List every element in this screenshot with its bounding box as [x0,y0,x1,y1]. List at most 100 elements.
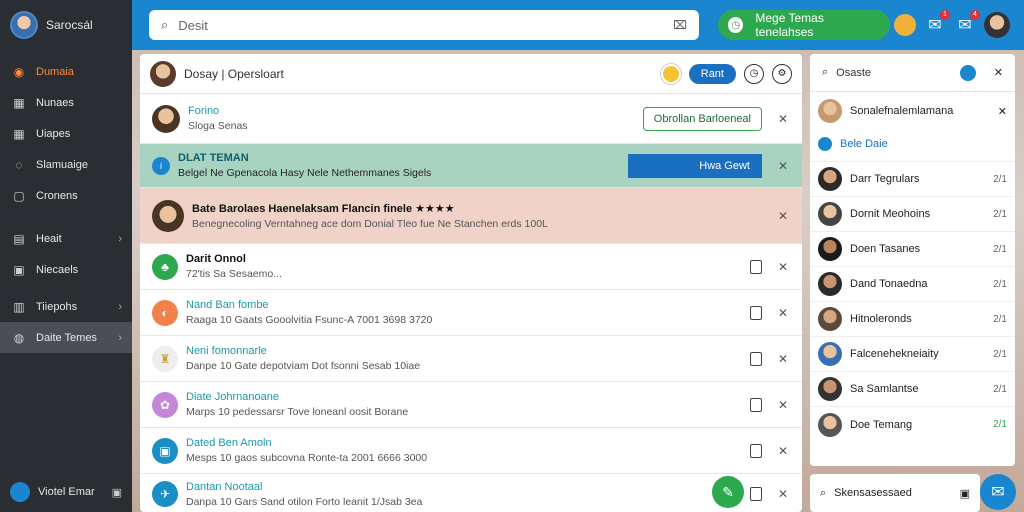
close-icon[interactable]: ✕ [776,260,790,274]
notification-badge: 4 [970,10,980,20]
search-placeholder: Desit [178,17,208,33]
bottom-search[interactable]: ⌕ Skensasessaed ▣ [810,474,980,512]
contact-item[interactable]: Darr Tegrulars 2/1 [810,162,1015,197]
avatar [818,167,842,191]
sidebar: Sarocsál ◉ Dumaia ▦ Nunaes ▦ Uiapes ◌ Slamua… [0,0,132,512]
list-item[interactable]: ♣ Darit Onnol 72'tis Sa Sesaemo... ✕ [140,244,802,290]
document-icon[interactable] [750,259,762,274]
app-icon: ✿ [152,391,178,418]
contact-item[interactable]: Dornit Meohoins 2/1 [810,197,1015,232]
close-icon[interactable]: ✕ [776,352,790,366]
primary-action-button[interactable]: ◷ Mege Temas tenelahses [718,10,890,40]
list-item[interactable]: i DLAT TEMAN Belgel Ne Gpenacola Hasy Nel… [140,144,802,188]
close-icon[interactable]: ✕ [776,112,790,126]
sidebar-item-2[interactable]: ▦ Uiapes [0,118,132,149]
close-icon[interactable]: ✕ [776,306,790,320]
list-item[interactable]: ♜ Neni fomonnarle Danpe 10 Gate depotviam… [140,336,802,382]
close-icon[interactable]: ✕ [776,398,790,412]
toggle-icon[interactable] [959,64,976,81]
sidebar-footer[interactable]: Viotel Emar ▣ [0,472,132,512]
avatar [818,342,842,366]
document-icon[interactable] [750,443,762,458]
contact-item[interactable]: Doe Temang 2/1 [810,407,1015,442]
contact-item[interactable]: Sonalefnalemlamana ✕ [810,96,1015,126]
sidebar-header[interactable]: Sarocsál [0,0,132,50]
square-icon: ▢ [13,188,25,203]
list-item[interactable]: ◐ Nand Ban fombe Raaga 10 Gaats Gooolviti… [140,290,802,336]
list-item[interactable]: ✿ Diate Johrnanoane Marps 10 pedessarsr T… [140,382,802,428]
sidebar-item-6[interactable]: ▣ Niecaels [0,254,132,285]
list-item[interactable]: Bate Barolaes Haenelaksam Flancin finele… [140,188,802,244]
coin-icon[interactable] [660,63,681,84]
list-item[interactable]: Forino Sloga Senas Obrollan Barloeneal ✕ [140,94,802,144]
contact-item[interactable]: Falcenehekneiaity 2/1 [810,337,1015,372]
contact-item[interactable]: Doen Tasanes 2/1 [810,232,1015,267]
sidebar-item-8[interactable]: ◍ Daite Temes › [0,322,132,353]
sidebar-item-7[interactable]: ▥ Tiiepohs › [0,291,132,322]
list-item[interactable]: ✈ Dantan Nootaal Danpa 10 Gars Sand otilo… [140,474,802,512]
search-icon: ⌕ [822,66,829,78]
app-icon: ✈ [152,481,178,507]
document-icon[interactable] [750,351,762,366]
contacts-search[interactable]: ⌕ Osaste ✕ [810,54,1015,92]
avatar [818,237,842,261]
user-name: Sarocsál [46,18,93,32]
close-icon[interactable]: ✕ [776,487,790,501]
search-icon: ⌕ [161,17,169,32]
notification-badge: 1 [940,10,950,20]
globe-icon: ◍ [13,330,25,345]
contacts-panel: ⌕ Osaste ✕ Sonalefnalemlamana ✕ Bele Dai… [810,54,1015,466]
chevron-right-icon: › [118,232,122,245]
app-icon: ♜ [152,345,178,372]
avatar [152,104,180,133]
main-header: Dosay | Opersloart Rant ◷ ⚙ [140,54,802,94]
contact-item[interactable]: Sa Samlantse 2/1 [810,372,1015,407]
contact-item[interactable]: Bele Daie [810,126,1015,162]
document-icon[interactable] [750,397,762,412]
sidebar-item-4[interactable]: ▢ Cronens [0,180,132,211]
mascot-icon[interactable] [892,12,918,38]
compose-button[interactable]: ✎ [712,476,744,508]
user-avatar[interactable] [10,11,38,39]
close-icon[interactable]: ✕ [994,66,1003,79]
sidebar-item-1[interactable]: ▦ Nunaes [0,87,132,118]
clock-icon[interactable]: ◷ [744,63,764,84]
contact-item[interactable]: Dand Tonaedna 2/1 [810,267,1015,302]
settings-icon[interactable]: ⚙ [772,63,792,84]
calendar-icon[interactable]: ▣ [960,487,970,500]
sidebar-item-0[interactable]: ◉ Dumaia [0,56,132,87]
footer-logo-icon [10,482,30,502]
avatar[interactable] [150,60,176,87]
clock-icon: ◷ [728,17,744,33]
main-panel: Dosay | Opersloart Rant ◷ ⚙ Forino Sloga … [140,54,802,512]
search-icon: ⌕ [820,486,827,499]
close-icon[interactable]: ✕ [998,105,1007,118]
sidebar-item-3[interactable]: ◌ Slamuaige [0,149,132,180]
grid-icon: ▦ [13,95,25,110]
clear-icon[interactable]: ⌧ [673,18,687,32]
info-icon: i [152,156,170,175]
document-icon[interactable] [750,305,762,320]
document-icon[interactable] [750,487,762,501]
close-icon[interactable]: ✕ [776,444,790,458]
header-action-button[interactable]: Rant [688,63,736,84]
row-action-button[interactable]: Hwa Gewt [628,153,762,178]
chat-fab-button[interactable]: ✉ [980,474,1016,510]
avatar [818,99,842,123]
row-action-button[interactable]: Obrollan Barloeneal [642,106,762,131]
contact-item[interactable]: Hitnoleronds 2/1 [810,302,1015,337]
close-icon[interactable]: ✕ [776,209,790,223]
message-icon[interactable]: ✉ 4 [952,10,980,38]
app-icon: ◐ [152,299,178,326]
search-bar[interactable]: ⌕ Desit ⌧ [149,10,699,40]
briefcase-icon[interactable]: ▣ [112,486,122,499]
bell-icon: ▥ [13,299,25,314]
chevron-right-icon: › [118,331,122,344]
sidebar-item-5[interactable]: ▤ Heait › [0,223,132,254]
profile-avatar[interactable] [984,12,1010,38]
chat-icon[interactable]: ✉ 1 [922,10,950,38]
folder-icon: ▤ [13,231,25,246]
list-item[interactable]: ▣ Dated Ben Amoln Mesps 10 gaos subcovna … [140,428,802,474]
close-icon[interactable]: ✕ [776,159,790,173]
avatar [818,307,842,331]
